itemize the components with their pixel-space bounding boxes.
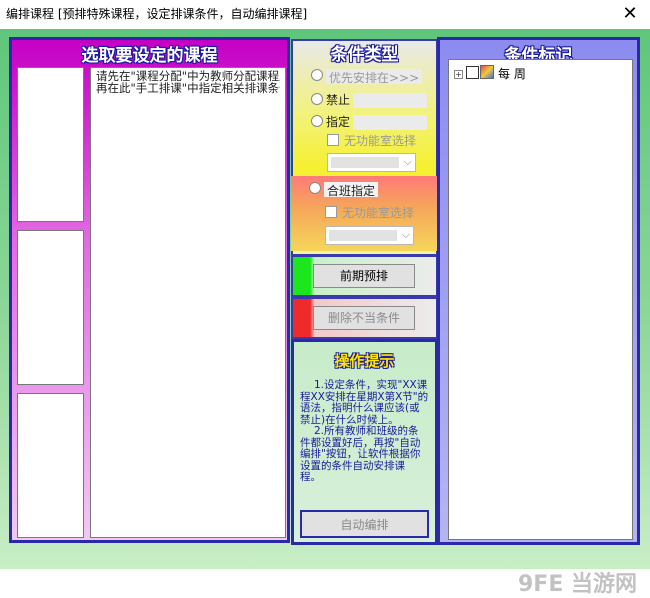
radio-circle-icon [311,115,323,127]
radio-merge[interactable]: 合班指定 [309,182,379,198]
pre-arrange-panel: 前期预排 [291,255,438,297]
radio-forbid-label: 禁止 [326,93,351,107]
client-area: 选取要设定的课程 请先在"课程分配"中为教师分配课程后 再在此"手工排课"中指定… [0,29,650,597]
tip-line: 语法，指明什么课应该(或 [300,402,420,414]
merge-class-panel: 合班指定 无功能室选择 ⌵ [291,176,438,251]
auto-arrange-button[interactable]: 自动编排 [300,510,429,538]
no-room-checkbox[interactable]: 无功能室选择 [327,132,416,149]
course-list[interactable]: 请先在"课程分配"中为教师分配课程后 再在此"手工排课"中指定相关排课条件 [90,67,286,538]
watermark: 9FE 当游网 [518,572,638,597]
radio-circle-icon [311,93,323,105]
radio-merge-label: 合班指定 [327,184,376,198]
condition-mark-panel: 条件标记 + 每 周 [437,37,640,545]
hint-line-1: 请先在"课程分配"中为教师分配课程后 [96,70,280,82]
radio-circle-icon [311,69,323,81]
tip-line: 程。 [300,471,321,483]
delete-condition-panel: 删除不当条件 [291,297,438,339]
room-select-2[interactable]: ⌵ [325,226,414,245]
course-select-header: 选取要设定的课程 [81,46,218,66]
tip-line: 编排"按钮，让软件根据你 [300,448,421,460]
tree-item-label: 每 周 [498,67,526,81]
calendar-icon [480,65,494,79]
radio-specify[interactable]: 指定 [311,113,428,130]
delete-condition-button[interactable]: 删除不当条件 [313,306,415,330]
condition-tree[interactable]: + 每 周 [448,59,633,540]
course-slot-3[interactable] [17,393,84,538]
tips-title: 操作提示 [334,352,395,370]
no-room-label: 无功能室选择 [344,134,417,148]
radio-forbid[interactable]: 禁止 [311,91,428,108]
title-bar: 编排课程 [预排特殊课程，设定排课条件，自动编排课程] ✕ [0,0,650,29]
course-select-panel: 选取要设定的课程 请先在"课程分配"中为教师分配课程后 再在此"手工排课"中指定… [9,37,290,543]
close-icon[interactable]: ✕ [610,0,650,29]
no-room-checkbox-2[interactable]: 无功能室选择 [325,204,414,221]
checkbox-icon [325,206,337,218]
checkbox-icon [327,134,339,146]
hint-line-2: 再在此"手工排课"中指定相关排课条件 [96,82,280,94]
checkbox-icon[interactable] [466,66,479,79]
radio-priority[interactable]: 优先安排在>>> [311,69,423,85]
tips-panel: 操作提示 1.设定条件，实现"XX课 程XX安排在星期X第X节"的 语法，指明什… [291,339,438,545]
radio-circle-icon [309,182,321,194]
chevron-down-icon: ⌵ [401,228,410,241]
no-room-label-2: 无功能室选择 [342,206,415,220]
course-slot-2[interactable] [17,230,84,385]
pre-arrange-button[interactable]: 前期预排 [313,264,415,288]
radio-specify-label: 指定 [326,115,351,129]
chevron-down-icon: ⌵ [403,155,412,168]
room-select[interactable]: ⌵ [327,153,416,172]
window-title: 编排课程 [预排特殊课程，设定排课条件，自动编排课程] [6,7,308,21]
expand-icon[interactable]: + [454,70,463,79]
course-slot-1[interactable] [17,67,84,222]
condition-type-header: 条件类型 [330,45,399,65]
tips-text: 1.设定条件，实现"XX课 程XX安排在星期X第X节"的 语法，指明什么课应该(… [300,379,429,484]
tip-line: 1.设定条件，实现"XX课 [314,379,428,391]
radio-priority-label: 优先安排在>>> [329,71,420,85]
tip-line: 2.所有教师和班级的条 [314,425,419,437]
tree-item-weekly[interactable]: + 每 周 [454,65,526,82]
